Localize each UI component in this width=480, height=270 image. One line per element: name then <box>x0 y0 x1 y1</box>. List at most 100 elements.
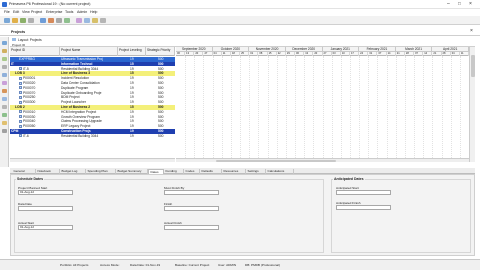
cell-project-id-text: IT-6 <box>23 133 29 138</box>
zoom-icon[interactable] <box>2 97 7 101</box>
cell-project-id-text: PI00250 <box>23 95 36 100</box>
menu-admin[interactable]: Admin <box>77 10 87 14</box>
cell-leveling-text: 19 <box>130 133 134 138</box>
cell-priority-text: 500 <box>158 129 164 133</box>
folder-icon[interactable] <box>12 18 18 23</box>
status-access: Access Mode: <box>100 263 120 267</box>
cell-project-name-text: Construction Projs <box>61 129 91 133</box>
bars-icon[interactable] <box>2 81 7 85</box>
close-icon[interactable]: × <box>469 1 472 7</box>
menu-help[interactable]: Help <box>90 10 97 14</box>
cell-priority-text: 500 <box>158 66 164 71</box>
issues-icon[interactable] <box>100 18 106 23</box>
col-priority[interactable]: Strategic Priority <box>146 47 175 56</box>
gantt-gridline <box>295 56 297 158</box>
print-icon[interactable] <box>28 18 34 23</box>
menu-enterprise[interactable]: Enterprise <box>46 10 62 14</box>
gantt-gridline <box>258 56 260 158</box>
maximize-icon[interactable]: □ <box>458 1 461 6</box>
table-row[interactable]: PI00050 ERP Legacy Project 19 500 <box>10 124 175 129</box>
table-row[interactable]: PI00001 Incident Resolution 19 500 <box>10 76 175 81</box>
must-finish-by-field[interactable] <box>164 190 219 195</box>
cell-leveling-text: 19 <box>130 109 134 114</box>
cell-leveling-text: 19 <box>130 57 134 61</box>
gantt-gridline <box>377 56 379 158</box>
columns-icon[interactable] <box>2 73 7 77</box>
col-project-id[interactable]: Project ID <box>10 47 60 56</box>
details-icon[interactable] <box>2 121 7 125</box>
projects-icon[interactable] <box>40 18 46 23</box>
layout-icon-small[interactable] <box>12 38 16 41</box>
cell-project-name-text: Growth Overview Program <box>61 114 100 119</box>
schedule-dates-title: Schedule Dates <box>16 177 45 181</box>
cell-project-id-text: PI00300 <box>23 100 36 105</box>
cell-project-id-text: PI00040 <box>23 119 36 124</box>
actual-start-field[interactable]: 01-Aug-12 <box>18 225 73 230</box>
finish-field[interactable] <box>164 206 219 211</box>
wbs-icon[interactable] <box>84 18 90 23</box>
table-row[interactable]: IT-6 Residential Building 3044 19 500 <box>10 134 175 139</box>
cell-leveling: 19 <box>130 134 144 139</box>
project-id-col: Project ID <box>12 42 26 47</box>
cell-leveling-text: 15 <box>130 71 134 76</box>
collapse-icon[interactable] <box>2 113 7 117</box>
gantt-hscrollbar[interactable] <box>176 158 469 162</box>
close-window-icon[interactable]: × <box>470 28 473 34</box>
menu-file[interactable]: File <box>4 10 10 14</box>
expand-icon[interactable] <box>2 105 7 109</box>
minimize-icon[interactable]: – <box>447 1 450 7</box>
cell-project-id-text: PI00070 <box>23 85 36 90</box>
gantt-gridline <box>304 56 306 158</box>
cell-project-id: PI00001 <box>19 76 60 81</box>
cell-project-id-text: IT <box>11 61 14 66</box>
sort-icon[interactable] <box>2 65 7 69</box>
actual-finish-field[interactable] <box>164 225 219 230</box>
gantt-gridline <box>386 56 388 158</box>
open-project-icon[interactable] <box>4 18 10 23</box>
col-project-name[interactable]: Project Name <box>60 47 118 56</box>
menu-project[interactable]: Project <box>31 10 42 14</box>
cell-leveling-text: 19 <box>130 114 134 119</box>
data-date-field[interactable] <box>18 206 73 211</box>
vertical-scrollbar[interactable] <box>469 47 475 162</box>
gantt-gridline <box>340 56 342 158</box>
anticipated-finish-field[interactable] <box>336 205 391 210</box>
status-data-date: Data Date: 01-Nov-19 <box>130 263 161 267</box>
gantt-gridline <box>194 56 196 158</box>
cell-priority: 500 <box>158 76 174 81</box>
table-row[interactable]: PI00300 Project Launcher 19 500 <box>10 100 175 105</box>
filter-icon[interactable] <box>2 41 7 45</box>
tracking-icon[interactable] <box>76 18 82 23</box>
menu-edit[interactable]: Edit <box>13 10 19 14</box>
cell-leveling-text: 15 <box>130 61 134 66</box>
activities-icon[interactable] <box>48 18 54 23</box>
anticipated-start-field[interactable] <box>336 190 391 195</box>
menu-view[interactable]: View <box>22 10 30 14</box>
save-icon[interactable] <box>20 18 26 23</box>
gantt-scroll-thumb[interactable] <box>216 159 336 162</box>
planned-start-field[interactable]: 01-Aug-12 <box>18 190 73 195</box>
reports-icon[interactable] <box>64 18 70 23</box>
expenses-icon[interactable] <box>92 18 98 23</box>
cell-leveling-text: 19 <box>130 124 134 129</box>
gantt-body[interactable] <box>176 56 469 158</box>
layout-label[interactable]: Layout: Projects <box>18 38 42 42</box>
scroll-thumb[interactable] <box>471 55 475 77</box>
toolbar <box>0 16 480 25</box>
resources-icon[interactable] <box>56 18 62 23</box>
cell-leveling: 19 <box>130 124 144 129</box>
timescale-icon[interactable] <box>2 89 7 93</box>
menu-tools[interactable]: Tools <box>65 10 73 14</box>
layout-icon[interactable] <box>2 49 7 53</box>
gantt-gridline <box>450 56 452 158</box>
gantt-gridline <box>185 56 187 158</box>
cell-priority-text: 500 <box>158 57 164 61</box>
projects-title: Projects <box>11 30 26 34</box>
col-leveling[interactable]: Project Leveling <box>118 47 146 56</box>
grid-hscrollbar[interactable] <box>10 158 175 162</box>
cell-project-name-text: Residential Building 3044 <box>61 66 99 71</box>
gantt-gridline <box>423 56 425 158</box>
group-icon[interactable] <box>2 57 7 61</box>
project-icon <box>19 120 22 124</box>
refresh-icon[interactable] <box>2 129 7 133</box>
